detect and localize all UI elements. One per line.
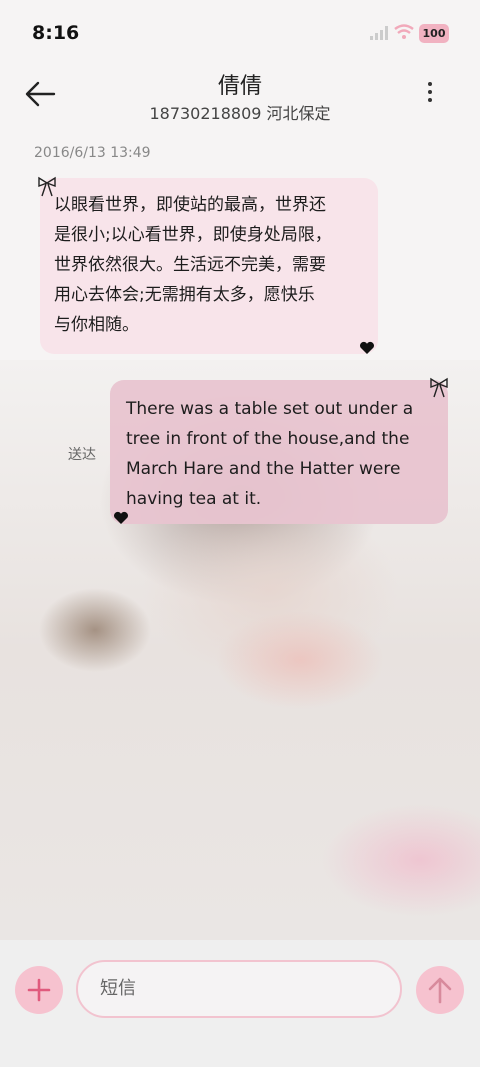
more-vertical-icon[interactable] <box>420 78 440 108</box>
bow-icon <box>430 377 448 398</box>
message-timestamp: 2016/6/13 13:49 <box>34 145 151 161</box>
outgoing-message-bubble[interactable]: There was a table set out under a tree i… <box>110 380 448 524</box>
message-status: 送达 <box>68 447 96 463</box>
send-button[interactable] <box>416 966 464 1014</box>
message-composer: 短信 <box>0 940 480 1067</box>
message-line: 世界依然很大。生活远不完美，需要 <box>54 255 326 275</box>
add-attachment-button[interactable] <box>15 966 63 1014</box>
message-line: having tea at it. <box>126 489 262 509</box>
message-line: March Hare and the Hatter were <box>126 459 401 479</box>
arrow-up-icon <box>428 977 452 1004</box>
message-line: There was a table set out under a <box>126 399 414 419</box>
bow-icon <box>38 176 56 197</box>
contact-subtitle: 18730218809 河北保定 <box>149 104 331 123</box>
message-line: 用心去体会;无需拥有太多，愿快乐 <box>54 285 315 305</box>
heart-icon <box>360 341 374 354</box>
message-input[interactable]: 短信 <box>76 960 402 1018</box>
status-bar: 8:16 100 <box>0 0 480 60</box>
message-line: 以眼看世界，即使站的最高，世界还 <box>54 195 326 215</box>
incoming-message-bubble[interactable]: 以眼看世界，即使站的最高，世界还 是很小;以心看世界，即使身处局限， 世界依然很… <box>40 178 378 354</box>
heart-icon <box>114 511 128 524</box>
message-line: 与你相随。 <box>54 315 139 335</box>
signal-icon <box>370 26 388 40</box>
contact-name: 倩倩 <box>217 74 262 99</box>
plus-icon <box>27 978 51 1002</box>
conversation-header: 倩倩 18730218809 河北保定 <box>0 60 480 130</box>
battery-icon: 100 <box>419 24 449 43</box>
status-time: 8:16 <box>32 22 80 44</box>
message-line: tree in front of the house,and the <box>126 429 410 449</box>
wifi-icon <box>394 24 414 39</box>
message-line: 是很小;以心看世界，即使身处局限， <box>54 225 332 245</box>
